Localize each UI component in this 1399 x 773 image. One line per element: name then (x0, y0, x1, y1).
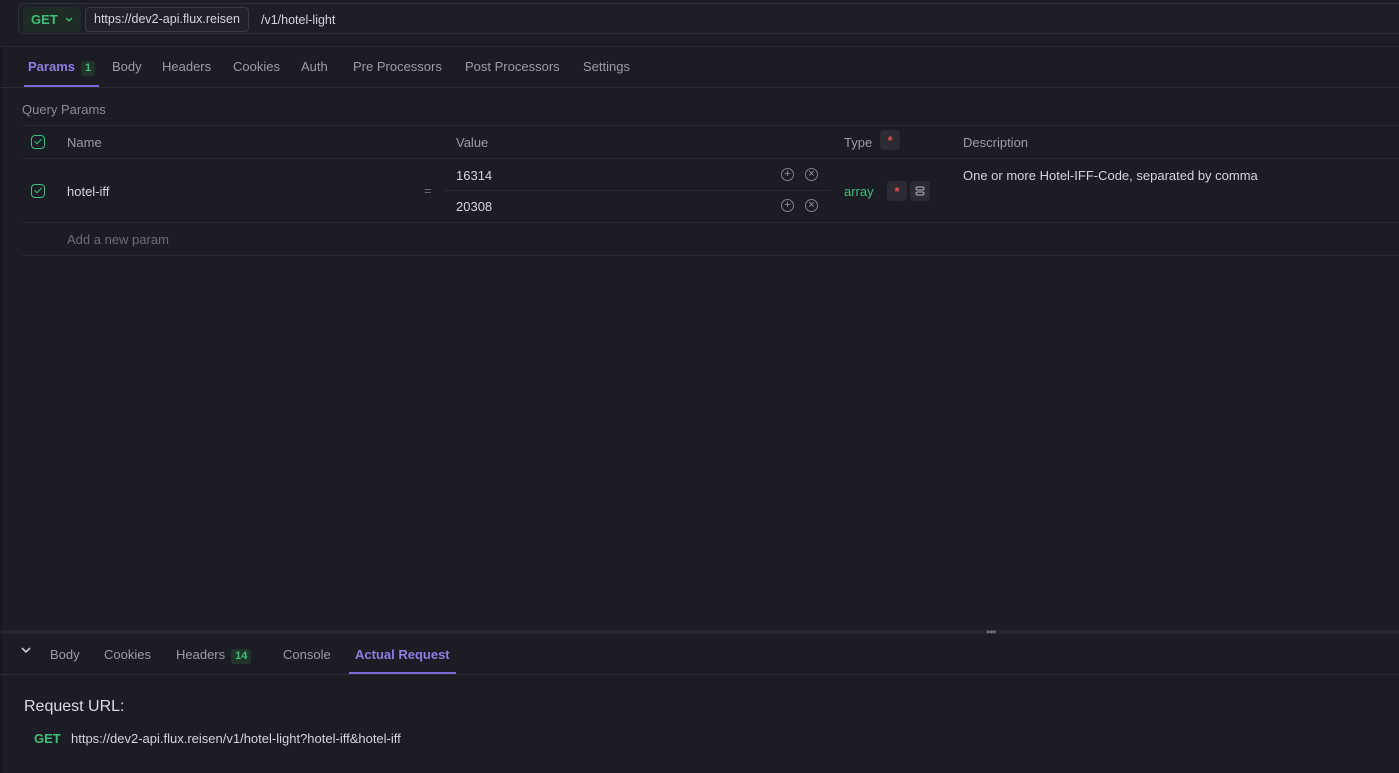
settings-icon[interactable] (910, 181, 930, 201)
column-name: Name (67, 135, 102, 150)
tab-params[interactable]: Params 1 (23, 46, 100, 87)
column-description: Description (963, 135, 1029, 150)
tab-headers[interactable]: Headers (162, 46, 211, 87)
param-description[interactable]: One or more Hotel-IFF-Code, separated by… (963, 168, 1258, 183)
response-tab-body[interactable]: Body (50, 634, 80, 674)
method-label: GET (31, 12, 58, 27)
response-tab-headers[interactable]: Headers 14 (176, 634, 252, 674)
x-circle-icon[interactable]: × (805, 199, 818, 212)
base-url-chip[interactable]: https://dev2-api.flux.reisen (85, 7, 249, 32)
tab-post-processors[interactable]: Post Processors (465, 46, 560, 87)
param-value-2[interactable]: 20308 (456, 199, 492, 214)
required-toggle[interactable]: * (887, 181, 907, 201)
type-required-indicator: * (880, 130, 900, 150)
request-tabs: Params 1 Body Headers Cookies Auth Pre Pr… (0, 46, 1399, 88)
response-tab-actual-request[interactable]: Actual Request (349, 634, 456, 674)
tab-params-label: Params (28, 59, 75, 74)
chevron-down-icon (65, 7, 73, 42)
tab-body[interactable]: Body (112, 46, 142, 87)
headers-count-badge: 14 (231, 649, 252, 664)
response-tab-cookies[interactable]: Cookies (104, 634, 151, 674)
divider (22, 158, 1399, 159)
plus-circle-icon[interactable]: + (781, 168, 794, 181)
param-value-1[interactable]: 16314 (456, 168, 492, 183)
value-divider (444, 190, 830, 191)
column-value: Value (456, 135, 489, 150)
request-url-label: Request URL: (24, 698, 125, 715)
column-type: Type (844, 135, 873, 150)
tab-auth[interactable]: Auth (301, 46, 328, 87)
param-type[interactable]: array (844, 184, 874, 199)
request-bar-region: GET https://dev2-api.flux.reisen (0, 0, 1399, 47)
plus-circle-icon[interactable]: + (781, 199, 794, 212)
tab-cookies[interactable]: Cookies (233, 46, 280, 87)
divider (22, 222, 1399, 223)
equals-separator: = (424, 183, 432, 198)
url-bar: GET https://dev2-api.flux.reisen (18, 3, 1399, 34)
query-params-title: Query Params (22, 102, 106, 117)
select-all-checkbox[interactable] (31, 135, 45, 149)
tab-settings[interactable]: Settings (583, 46, 630, 87)
response-tab-console[interactable]: Console (283, 634, 331, 674)
path-input[interactable] (259, 7, 663, 34)
method-select[interactable]: GET (23, 7, 81, 32)
param-name[interactable]: hotel-iff (67, 184, 109, 199)
add-param-input[interactable]: Add a new param (67, 232, 169, 247)
response-tab-headers-label: Headers (176, 647, 226, 662)
x-circle-icon[interactable]: × (805, 168, 818, 181)
param-row-checkbox[interactable] (31, 184, 45, 198)
params-count-badge: 1 (80, 61, 96, 76)
tab-pre-processors[interactable]: Pre Processors (353, 46, 442, 87)
actual-request-method: GET (34, 731, 61, 746)
actual-request-url[interactable]: https://dev2-api.flux.reisen/v1/hotel-li… (71, 731, 401, 746)
divider (22, 255, 1399, 256)
chevron-down-icon[interactable] (20, 644, 32, 656)
divider (22, 125, 1399, 126)
